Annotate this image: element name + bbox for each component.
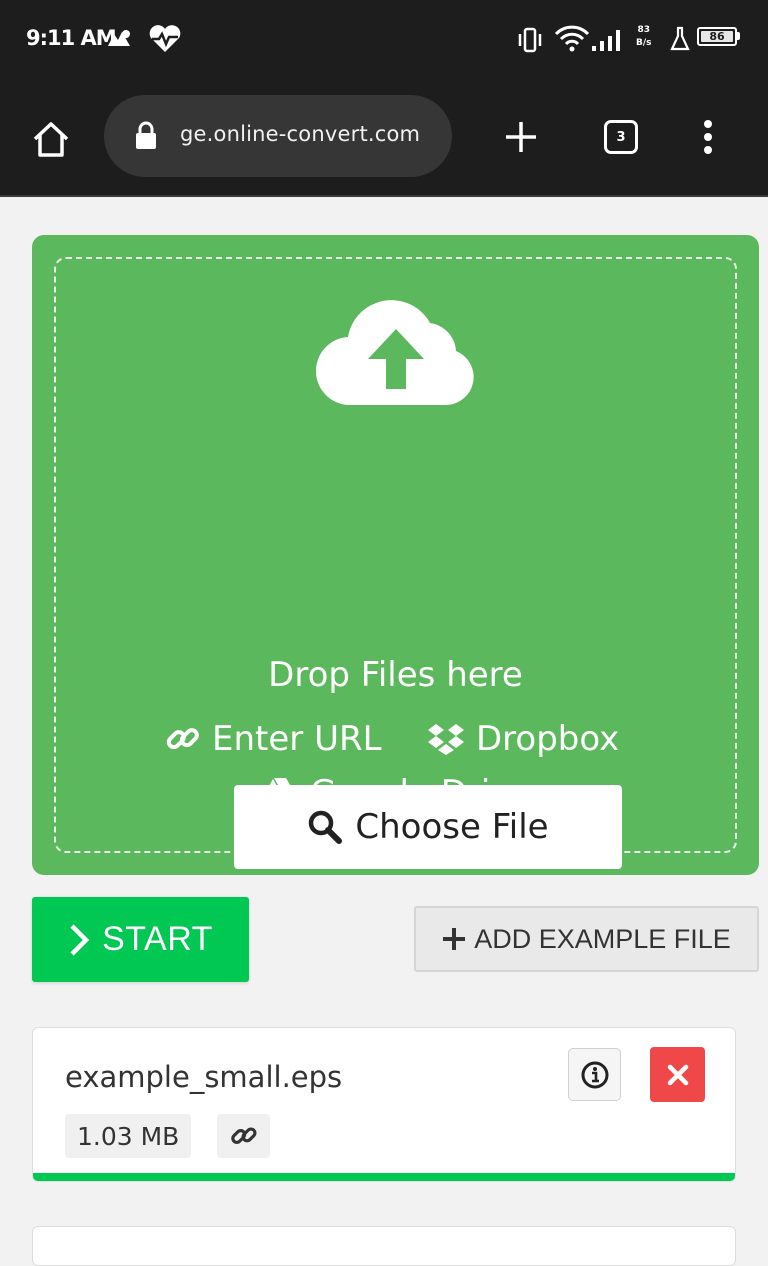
tab-switcher-button[interactable]: 3 — [604, 120, 638, 154]
signal-icon — [592, 30, 620, 51]
link-icon — [166, 728, 199, 750]
chevron-right-icon — [70, 923, 90, 956]
dropbox-label: Dropbox — [476, 719, 620, 759]
google-drive-icon — [262, 778, 298, 809]
google-drive-label: Google Drive — [310, 773, 532, 813]
status-time: 9:11 AM — [26, 26, 117, 50]
drop-files-label: Drop Files here — [268, 655, 523, 695]
battery-icon: 86 — [697, 27, 737, 46]
address-bar[interactable]: ge.online-convert.com — [104, 95, 452, 177]
file-info-button[interactable] — [568, 1048, 621, 1101]
info-icon — [581, 1061, 608, 1088]
choose-file-label: Choose File — [355, 807, 549, 847]
dropbox-icon — [428, 724, 464, 755]
tab-count: 3 — [616, 129, 626, 145]
home-icon — [33, 122, 69, 157]
plus-icon — [443, 928, 466, 950]
file-name: example_small.eps — [65, 1060, 343, 1094]
url-text: ge.online-convert.com — [180, 122, 421, 146]
enter-url-label: Enter URL — [212, 719, 382, 759]
file-size-badge: 1.03 MB — [65, 1114, 192, 1158]
file-link-button[interactable] — [217, 1114, 270, 1158]
close-icon — [667, 1064, 688, 1085]
google-drive-link[interactable]: Google Drive — [260, 773, 531, 813]
start-button[interactable]: START — [32, 897, 249, 982]
file-card: example_small.eps 1.03 MB — [32, 1027, 736, 1182]
plus-icon — [506, 122, 536, 152]
puzzle-icon — [108, 30, 130, 46]
next-file-card — [32, 1226, 736, 1266]
flask-icon — [670, 26, 690, 51]
battery-tip — [737, 32, 740, 40]
dropbox-link[interactable]: Dropbox — [426, 719, 619, 759]
add-example-file-button[interactable]: ADD EXAMPLE FILE — [414, 906, 759, 972]
start-label: START — [102, 920, 213, 958]
net-speed: 83 B/s — [636, 24, 652, 50]
lock-icon — [136, 121, 156, 149]
upload-progress-bar — [33, 1173, 735, 1181]
new-tab-button[interactable] — [498, 114, 544, 160]
enter-url-link[interactable]: Enter URL — [164, 719, 382, 759]
search-icon — [309, 810, 343, 844]
more-vert-icon — [704, 120, 712, 154]
net-speed-value: 83 — [637, 25, 651, 35]
cloud-upload-icon — [316, 300, 474, 406]
menu-button[interactable] — [690, 114, 726, 160]
status-bar: 9:11 AM 83 B/s 86 — [0, 0, 768, 78]
home-button[interactable] — [26, 114, 76, 164]
heart-pulse-icon — [149, 25, 181, 52]
add-example-label: ADD EXAMPLE FILE — [474, 923, 731, 954]
remove-file-button[interactable] — [650, 1047, 705, 1102]
browser-toolbar: ge.online-convert.com 3 — [0, 78, 768, 197]
dropzone[interactable]: Drop Files here Choose File Enter URL Dr… — [32, 235, 759, 875]
link-icon — [230, 1127, 256, 1144]
battery-level: 86 — [701, 31, 733, 42]
wifi-icon — [554, 25, 590, 52]
vibrate-icon — [518, 27, 542, 53]
net-speed-unit: B/s — [636, 38, 652, 48]
